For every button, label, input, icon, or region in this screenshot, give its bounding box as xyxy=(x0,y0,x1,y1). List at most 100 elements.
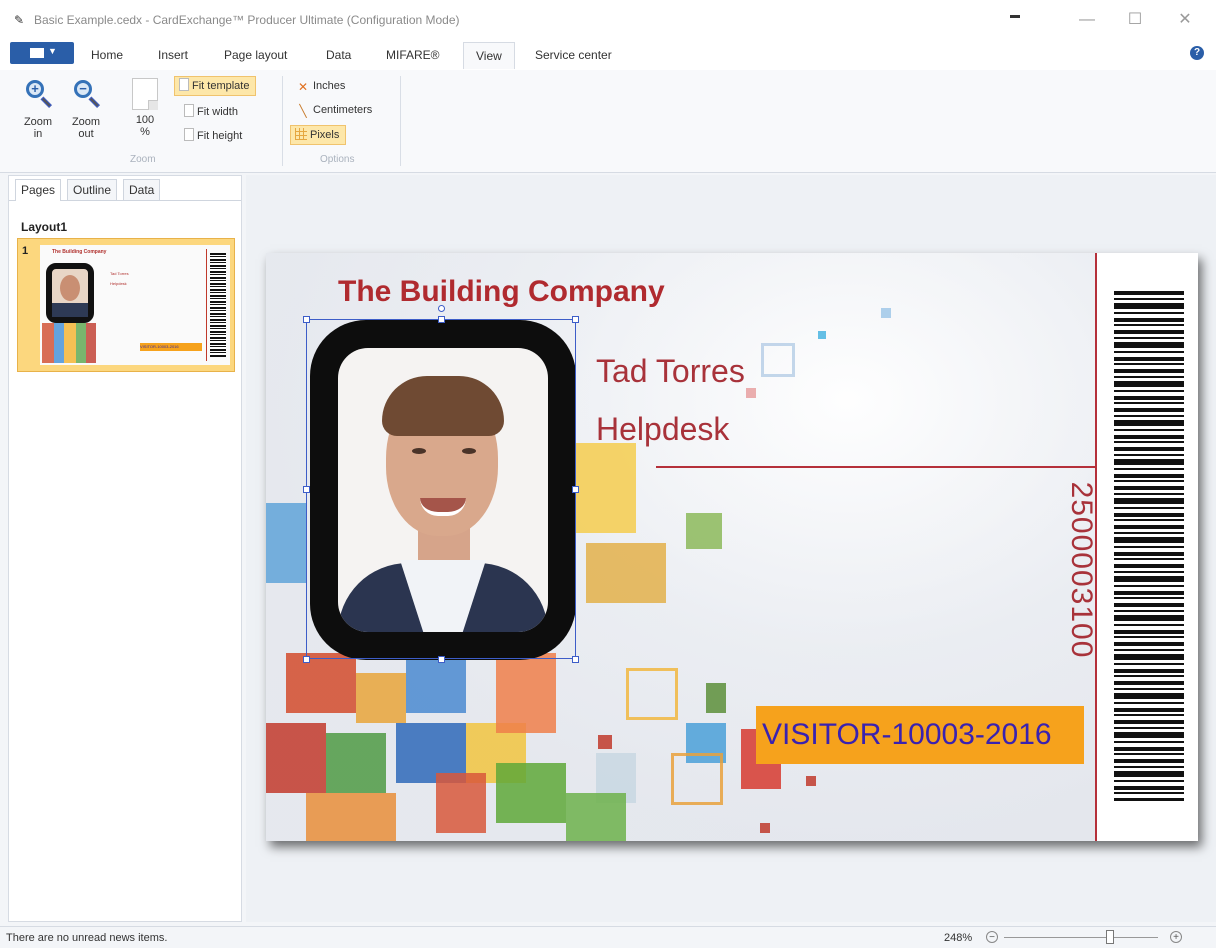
zoom-100-label: 100 % xyxy=(135,114,155,138)
fit-height-button[interactable]: Fit height xyxy=(180,126,248,146)
decor-square xyxy=(806,776,816,786)
decor-outline xyxy=(671,753,723,805)
tab-insert[interactable]: Insert xyxy=(158,48,188,62)
pixels-button[interactable]: Pixels xyxy=(290,125,347,145)
tab-mifare[interactable]: MIFARE® xyxy=(386,48,440,62)
resize-handle[interactable] xyxy=(572,656,579,663)
group-divider xyxy=(400,76,401,166)
window-title: Basic Example.cedx - CardExchange™ Produ… xyxy=(34,13,460,27)
decor-outline xyxy=(626,668,678,720)
thumb-role: Helpdesk xyxy=(110,281,127,286)
minimize-button[interactable]: — xyxy=(1072,8,1102,32)
zoom-out-icon: − xyxy=(70,78,102,110)
inches-label: Inches xyxy=(313,80,346,92)
fit-template-button[interactable]: Fit template xyxy=(174,76,257,96)
fit-width-button[interactable]: Fit width xyxy=(180,102,244,122)
decor-square xyxy=(326,733,386,793)
zoom-in-icon: + xyxy=(22,78,54,110)
zoom-out-button[interactable]: − Zoom out xyxy=(66,78,106,140)
thumb-photo xyxy=(46,263,94,323)
card-name[interactable]: Tad Torres xyxy=(596,353,745,390)
card-company[interactable]: The Building Company xyxy=(338,275,665,309)
thumb-name: Tad Torres xyxy=(110,271,129,276)
pixels-label: Pixels xyxy=(310,129,340,141)
tab-home[interactable]: Home xyxy=(91,48,123,62)
decor-square xyxy=(881,308,891,318)
pin-icon[interactable]: ▬ xyxy=(1010,10,1020,21)
thumbnail-preview: The Building Company Tad Torres Helpdesk… xyxy=(40,245,230,365)
file-menu-icon xyxy=(30,48,44,58)
group-divider xyxy=(282,76,283,166)
fit-height-icon xyxy=(184,128,194,141)
help-icon[interactable]: ? xyxy=(1190,46,1204,60)
barcode[interactable] xyxy=(1114,291,1184,801)
decor-square xyxy=(286,653,356,713)
decor-square xyxy=(436,773,486,833)
resize-handle[interactable] xyxy=(438,316,445,323)
zoom-plus-icon[interactable]: + xyxy=(1170,931,1182,943)
zoom-in-label: Zoom in xyxy=(23,116,53,140)
centimeters-button[interactable]: ╲ Centimeters xyxy=(292,100,378,120)
status-message: There are no unread news items. xyxy=(6,932,168,944)
tab-data[interactable]: Data xyxy=(326,48,351,62)
inches-button[interactable]: ✕ Inches xyxy=(292,76,351,96)
decor-square xyxy=(760,823,770,833)
tab-outline[interactable]: Outline xyxy=(67,179,118,200)
card-number[interactable]: 2500003100 xyxy=(1064,420,1098,720)
visitor-badge[interactable]: VISITOR-10003-2016 xyxy=(756,706,1084,764)
resize-handle[interactable] xyxy=(572,316,579,323)
zoom-100-button[interactable]: 100 % xyxy=(126,78,164,138)
thumb-company: The Building Company xyxy=(52,249,107,255)
tab-service-center[interactable]: Service center xyxy=(535,48,612,62)
resize-handle[interactable] xyxy=(303,316,310,323)
close-button[interactable]: ✕ xyxy=(1170,8,1200,32)
selection-box xyxy=(306,319,576,659)
tab-panel-data[interactable]: Data xyxy=(123,179,161,200)
id-card[interactable]: The Building Company Tad Torres Helpdesk… xyxy=(266,253,1198,841)
zoom-group-label: Zoom xyxy=(130,154,156,165)
decor-square xyxy=(306,793,396,841)
decor-square xyxy=(496,653,556,733)
ribbon-tabs: ▼ Home Insert Page layout Data MIFARE® V… xyxy=(0,40,1216,71)
decor-square xyxy=(406,653,466,713)
title-bar: ✎ Basic Example.cedx - CardExchange™ Pro… xyxy=(0,0,1216,40)
zoom-out-label: Zoom out xyxy=(71,116,101,140)
zoom-level: 248% xyxy=(944,932,973,944)
pixels-icon xyxy=(295,128,307,140)
options-group-label: Options xyxy=(320,154,355,165)
decor-square xyxy=(706,683,726,713)
tab-view[interactable]: View xyxy=(463,42,515,69)
resize-handle[interactable] xyxy=(438,656,445,663)
zoom-in-button[interactable]: + Zoom in xyxy=(18,78,58,140)
decor-square xyxy=(746,388,756,398)
decor-square xyxy=(598,735,612,749)
pages-panel: Pages Outline Data Layout1 1 The Buildin… xyxy=(8,175,242,922)
tab-pages[interactable]: Pages xyxy=(15,179,62,201)
maximize-button[interactable]: ☐ xyxy=(1120,8,1150,32)
decor-outline xyxy=(761,343,795,377)
zoom-minus-icon[interactable]: − xyxy=(986,931,998,943)
resize-handle[interactable] xyxy=(303,656,310,663)
resize-handle[interactable] xyxy=(572,486,579,493)
thumb-visitor: VISITOR-10003-2016 xyxy=(140,343,202,351)
card-role[interactable]: Helpdesk xyxy=(596,411,729,448)
decor-square xyxy=(576,443,636,533)
rotate-handle[interactable] xyxy=(438,305,445,312)
decor-square xyxy=(818,331,826,339)
decor-square xyxy=(356,673,406,723)
decor-square xyxy=(266,503,306,583)
tab-page-layout[interactable]: Page layout xyxy=(224,48,287,62)
thumb-divider xyxy=(206,249,207,361)
decor-square xyxy=(686,513,722,549)
decor-square xyxy=(266,723,326,793)
fit-width-label: Fit width xyxy=(197,106,238,118)
file-menu-button[interactable]: ▼ xyxy=(10,42,74,64)
zoom-slider-thumb[interactable] xyxy=(1106,930,1114,944)
ribbon-panel: + Zoom in − Zoom out 100 % Fit template … xyxy=(0,70,1216,173)
card-divider-horizontal xyxy=(656,466,1096,468)
thumb-decoration xyxy=(42,323,132,363)
fit-width-icon xyxy=(184,104,194,117)
page-thumbnail[interactable]: 1 The Building Company Tad Torres Helpde… xyxy=(17,238,235,372)
zoom-slider-track[interactable] xyxy=(1004,937,1158,938)
resize-handle[interactable] xyxy=(303,486,310,493)
